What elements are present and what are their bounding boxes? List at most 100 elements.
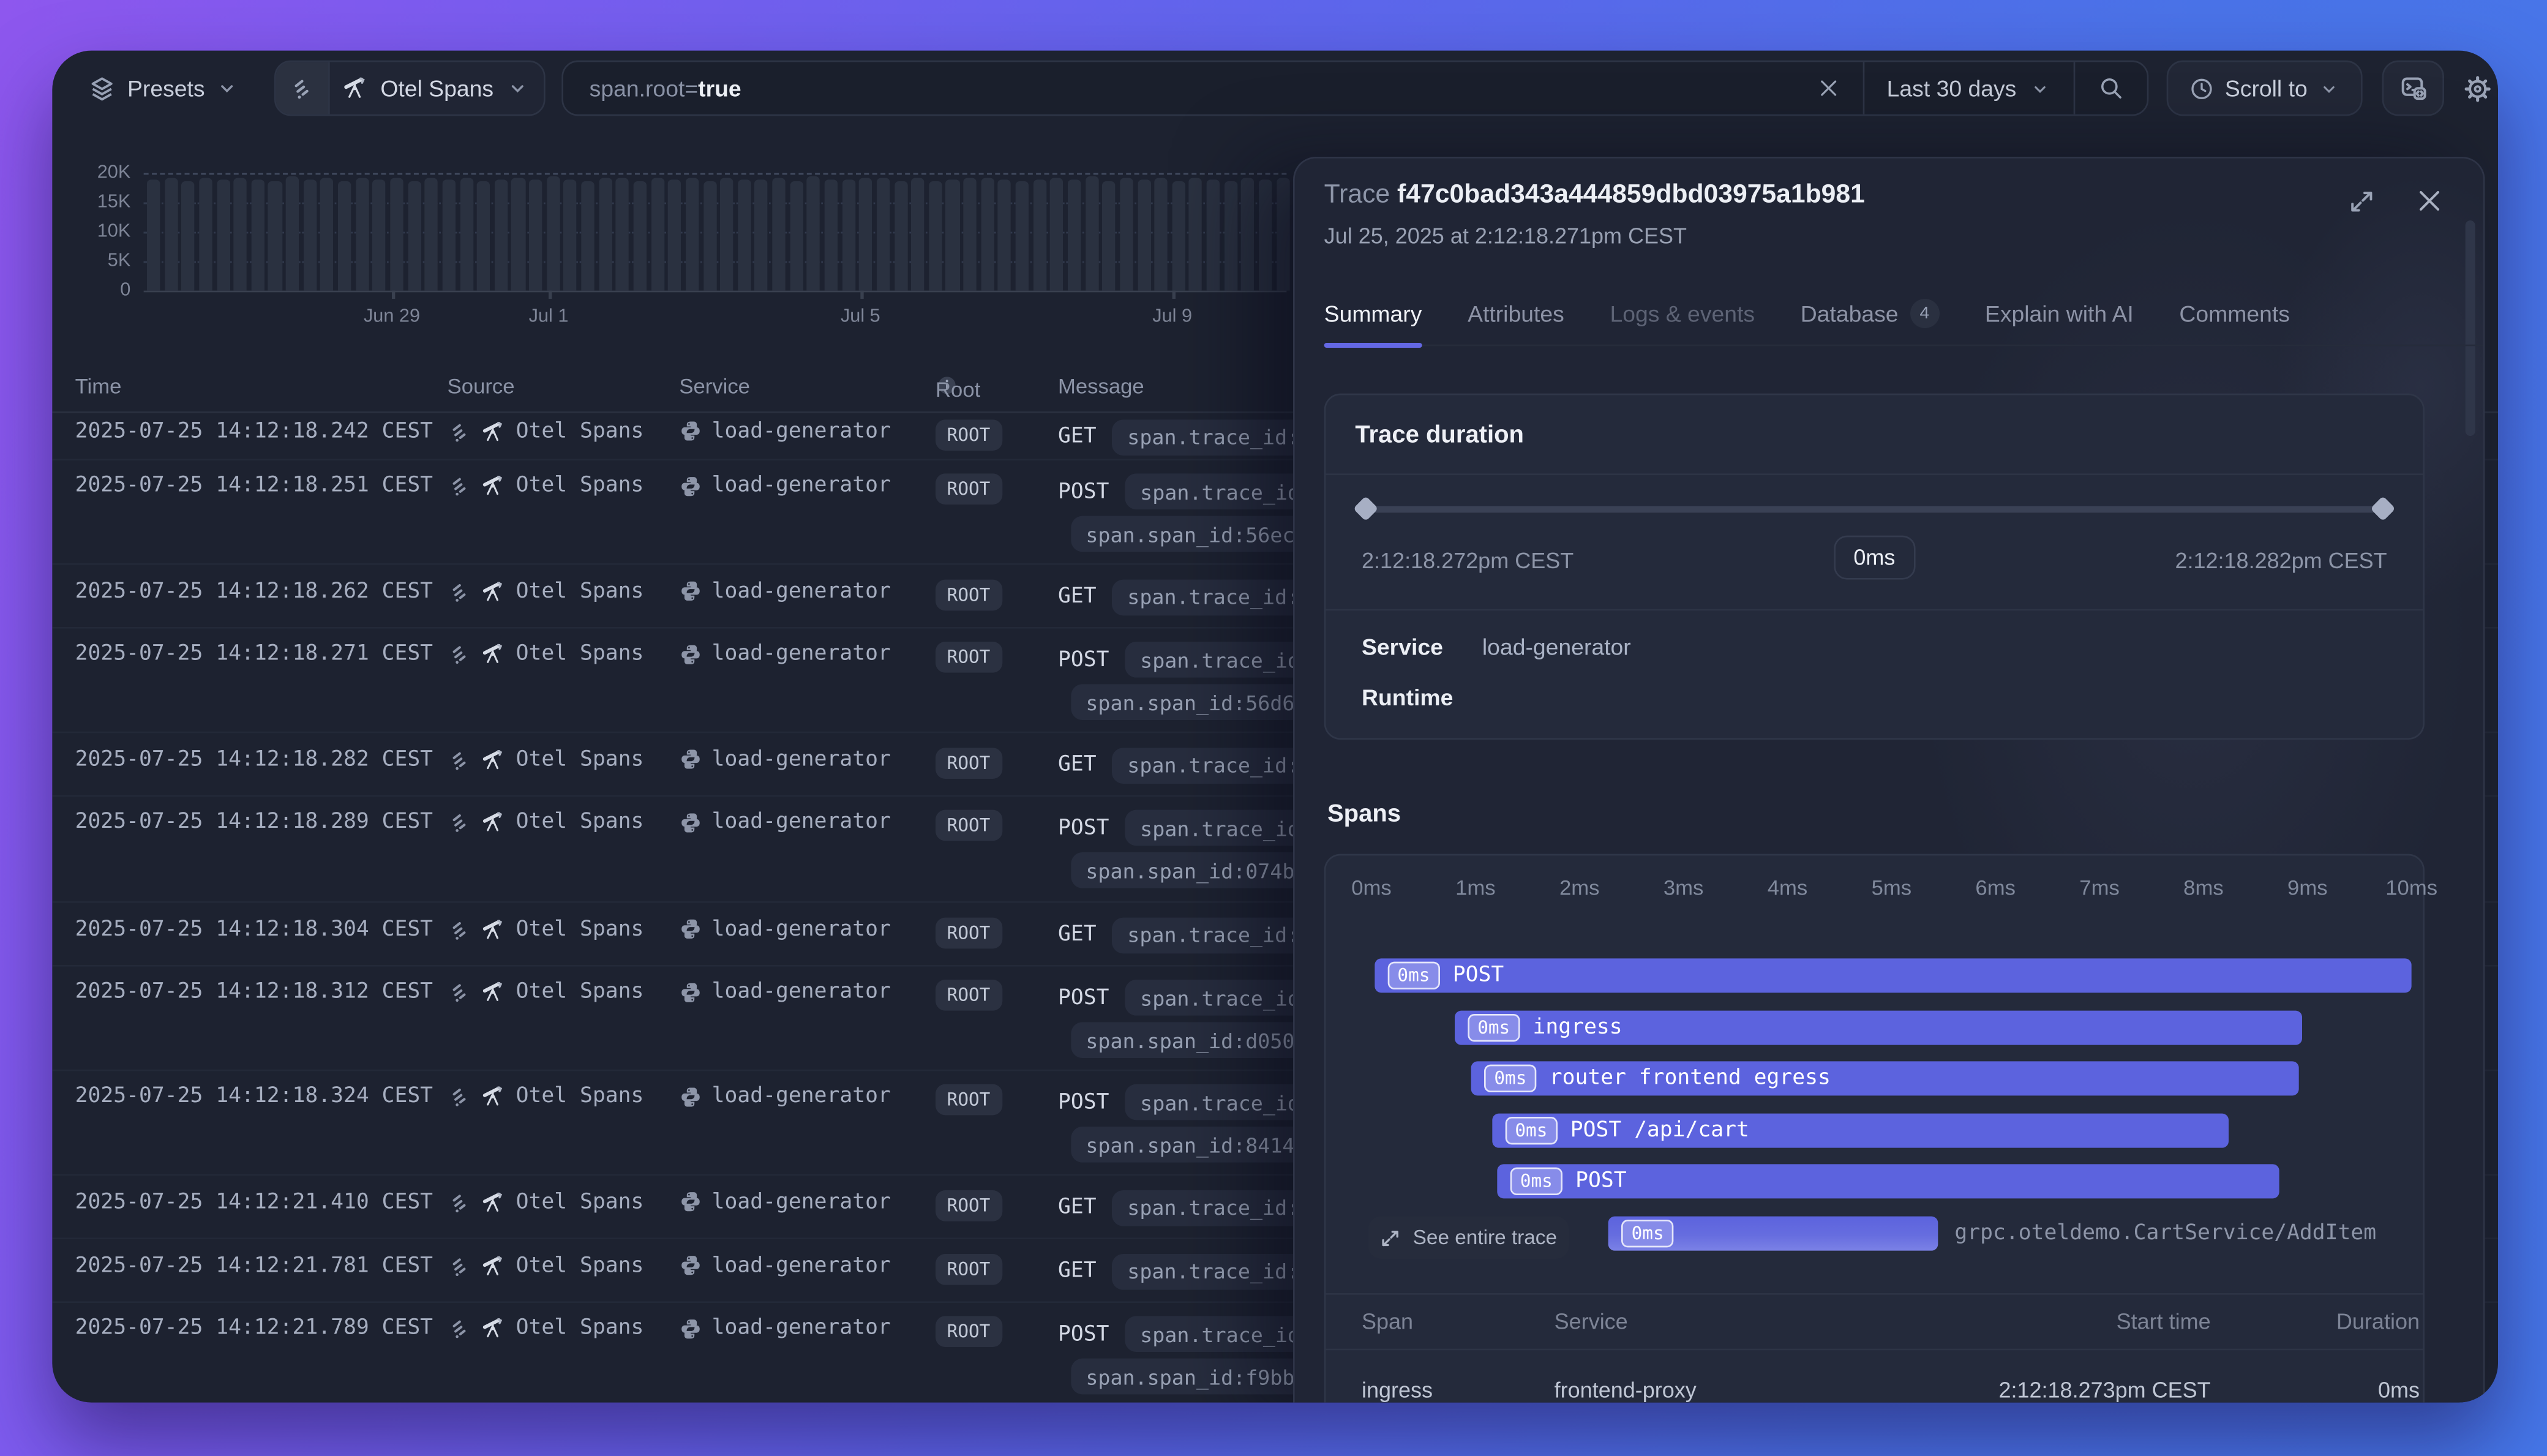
root-badge: ROOT (936, 1190, 1002, 1221)
histogram-bar (234, 178, 247, 290)
search-icon (2098, 75, 2125, 102)
row-method: GET (1058, 1195, 1097, 1220)
tab-explain-with-ai[interactable]: Explain with AI (1985, 292, 2134, 344)
col-service[interactable]: Service (679, 374, 750, 399)
tab-summary[interactable]: Summary (1324, 292, 1422, 344)
telescope-icon (482, 1190, 506, 1214)
python-icon (679, 1254, 702, 1277)
histogram-bar (946, 179, 959, 291)
root-badge: ROOT (936, 1084, 1002, 1116)
row-time: 2025-07-25 14:12:18.289 CEST (75, 810, 433, 835)
spans-axis-label: 9ms (2287, 875, 2328, 899)
row-root: ROOT (936, 642, 1002, 673)
tab-logs-events[interactable]: Logs & events (1610, 292, 1755, 344)
trace-duration-card: Trace duration 2:12:18.272pm CEST 0ms 2:… (1324, 394, 2425, 740)
trace-label: Trace (1324, 181, 1390, 209)
span-bar[interactable]: 0msingress (1455, 1010, 2302, 1045)
query-input[interactable]: span.root=true Last 30 days (561, 61, 2148, 116)
histogram-bar (1103, 181, 1116, 291)
spans-axis-label: 3ms (1664, 875, 1704, 899)
row-root: ROOT (936, 579, 1002, 610)
span-row-cell[interactable]: frontend-proxy (1555, 1378, 1697, 1403)
settings-button[interactable] (2449, 61, 2498, 116)
tab-label: Summary (1324, 301, 1422, 327)
row-time: 2025-07-25 14:12:18.271 CEST (75, 642, 433, 666)
span-bar[interactable]: 0msrouter frontend egress (1471, 1062, 2299, 1096)
row-source-label: Otel Spans (516, 419, 644, 443)
row-service: load-generator (679, 642, 891, 666)
histogram-bar (1033, 179, 1046, 290)
time-range-button[interactable]: Last 30 days (1864, 62, 2073, 114)
histogram-bar (1137, 180, 1150, 290)
chevron-down-icon (216, 77, 239, 99)
presets-button[interactable]: Presets (88, 61, 239, 116)
python-icon (679, 811, 702, 833)
duration-slider[interactable] (1362, 506, 2387, 513)
layers-icon (88, 74, 116, 102)
row-method: POST (1058, 647, 1109, 672)
col-root[interactable]: Root (936, 374, 958, 397)
span-bar-label: POST /api/cart (1570, 1118, 1749, 1143)
row-time: 2025-07-25 14:12:18.324 CEST (75, 1084, 433, 1109)
row-service-label: load-generator (712, 747, 891, 771)
scroll-to-button[interactable]: Scroll to (2167, 61, 2363, 116)
histogram-bar (217, 180, 230, 290)
span-bar[interactable]: 0msPOST (1375, 958, 2412, 993)
tab-comments[interactable]: Comments (2179, 292, 2290, 344)
histogram-bar (1207, 179, 1220, 291)
histogram-bar (668, 179, 681, 291)
service-value[interactable]: load-generator (1482, 634, 1631, 660)
row-method: GET (1058, 752, 1097, 777)
tab-database[interactable]: Database4 (1801, 292, 1940, 344)
histogram-bar (651, 178, 664, 291)
row-service: load-generator (679, 1316, 891, 1340)
close-icon[interactable] (2415, 186, 2444, 216)
span-bar[interactable]: 0ms (1608, 1217, 1938, 1251)
slider-handle-start[interactable] (1353, 496, 1378, 521)
row-method: GET (1058, 585, 1097, 609)
expand-icon[interactable] (2348, 188, 2376, 216)
histogram-bar (1120, 178, 1133, 291)
divider (1326, 473, 2423, 475)
tab-attributes[interactable]: Attributes (1468, 292, 1564, 344)
row-source: Otel Spans (448, 579, 644, 603)
span-row-cell[interactable]: 2:12:18.273pm CEST (1998, 1378, 2210, 1403)
python-icon (679, 475, 702, 497)
row-source: Otel Spans (448, 419, 644, 443)
root-badge: ROOT (936, 917, 1002, 948)
x-axis-tick-label: Jul 1 (529, 307, 569, 326)
root-badge: ROOT (936, 980, 1002, 1011)
row-method: GET (1058, 923, 1097, 947)
spans-glyph-icon[interactable] (276, 62, 330, 114)
clear-query-button[interactable] (1794, 62, 1862, 114)
col-time[interactable]: Time (75, 374, 122, 399)
histogram-bar (251, 179, 264, 290)
dataset-selector[interactable]: Otel Spans (274, 61, 546, 116)
see-entire-trace-button[interactable]: See entire trace (1368, 1217, 1569, 1259)
x-axis-tick (860, 291, 863, 299)
row-source: Otel Spans (448, 1084, 644, 1109)
slider-handle-end[interactable] (2370, 496, 2395, 521)
row-root: ROOT (936, 1316, 1002, 1347)
span-bar[interactable]: 0msPOST /api/cart (1492, 1113, 2229, 1147)
row-root: ROOT (936, 1190, 1002, 1221)
row-source-label: Otel Spans (516, 980, 644, 1004)
span-row-cell[interactable]: 0ms (2378, 1378, 2420, 1403)
row-source-label: Otel Spans (516, 917, 644, 941)
histogram-plot[interactable]: Jun 29Jul 1Jul 5Jul 9 (144, 173, 1287, 291)
trace-id: f47c0bad343a444859dbd03975a1b981 (1397, 181, 1865, 209)
divider (1326, 1349, 2423, 1351)
histogram-bar (529, 180, 542, 290)
dev-console-button[interactable] (2382, 61, 2444, 116)
span-bar-label: router frontend egress (1550, 1067, 1831, 1091)
search-button[interactable] (2075, 62, 2147, 114)
spans-glyph-icon (448, 1084, 472, 1109)
col-message[interactable]: Message (1058, 374, 1144, 399)
duration-value: 0ms (1834, 536, 1915, 580)
row-source-label: Otel Spans (516, 747, 644, 771)
col-source[interactable]: Source (448, 374, 515, 399)
span-row-cell[interactable]: ingress (1362, 1378, 1433, 1403)
span-bar[interactable]: 0msPOST (1498, 1165, 2279, 1199)
trace-timestamp: Jul 25, 2025 at 2:12:18.271pm CEST (1324, 223, 1687, 248)
span-duration-badge: 0ms (1622, 1220, 1674, 1247)
